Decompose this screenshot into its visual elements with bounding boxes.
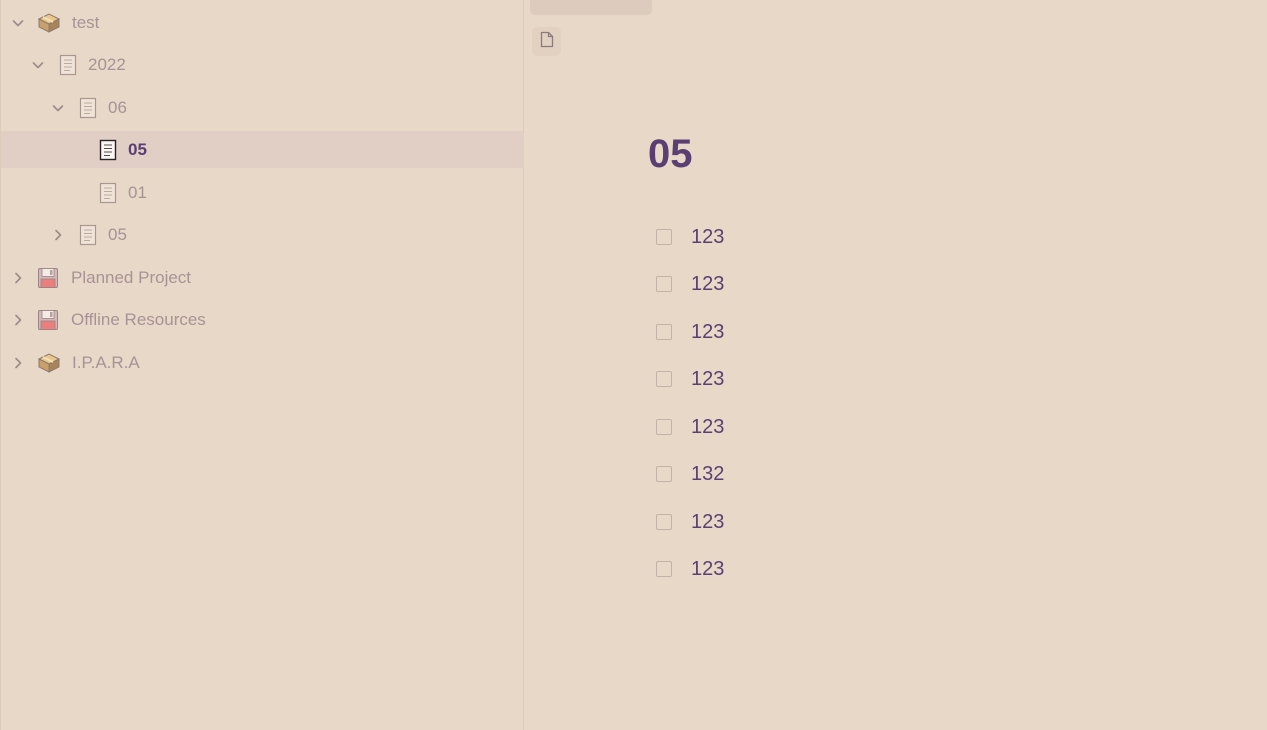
page-properties-button[interactable] bbox=[532, 27, 561, 56]
todo-checkbox[interactable] bbox=[656, 324, 672, 340]
tree-item-label: Offline Resources bbox=[71, 309, 206, 329]
tree-item-label: 01 bbox=[128, 182, 147, 202]
todo-checkbox[interactable] bbox=[656, 371, 672, 387]
chevron-right-icon[interactable] bbox=[11, 313, 25, 327]
page-icon bbox=[56, 53, 80, 77]
todo-text[interactable]: 123 bbox=[691, 273, 724, 296]
tree-item-label: I.P.A.R.A bbox=[72, 352, 140, 372]
todo-text[interactable]: 123 bbox=[691, 416, 724, 439]
chevron-right-icon[interactable] bbox=[11, 271, 25, 285]
chevron-right-icon[interactable] bbox=[51, 228, 65, 242]
tree-item-offline-resources[interactable]: Offline Resources bbox=[1, 301, 524, 338]
editor-pane: 05 123 123 123 123 123 132 123 123 bbox=[524, 0, 1267, 730]
todo-item: 123 bbox=[656, 318, 724, 346]
box-icon bbox=[37, 11, 61, 35]
todo-checkbox[interactable] bbox=[656, 229, 672, 245]
file-icon bbox=[540, 31, 554, 53]
page-icon bbox=[96, 138, 120, 162]
todo-checkbox[interactable] bbox=[656, 419, 672, 435]
todo-item: 123 bbox=[656, 413, 724, 441]
floppy-disk-icon bbox=[36, 308, 60, 332]
chevron-down-icon[interactable] bbox=[51, 101, 65, 115]
todo-checkbox[interactable] bbox=[656, 466, 672, 482]
chevron-down-icon[interactable] bbox=[31, 58, 45, 72]
todo-text[interactable]: 123 bbox=[691, 321, 724, 344]
chevron-down-icon[interactable] bbox=[11, 16, 25, 30]
page-icon bbox=[96, 181, 120, 205]
page-icon bbox=[76, 96, 100, 120]
tree-item-label: 05 bbox=[108, 224, 127, 244]
tab[interactable] bbox=[530, 0, 652, 15]
todo-text[interactable]: 123 bbox=[691, 511, 724, 534]
app-window: test 2022 06 05 01 05 Planned Project Of… bbox=[0, 0, 1267, 730]
tree-item-label: 2022 bbox=[88, 54, 126, 74]
todo-item: 123 bbox=[656, 223, 724, 251]
todo-text[interactable]: 123 bbox=[691, 226, 724, 249]
todo-item: 123 bbox=[656, 270, 724, 298]
todo-checkbox[interactable] bbox=[656, 276, 672, 292]
todo-checkbox[interactable] bbox=[656, 514, 672, 530]
todo-item: 123 bbox=[656, 555, 724, 583]
todo-item: 123 bbox=[656, 365, 724, 393]
tree-item-01[interactable]: 01 bbox=[1, 174, 524, 211]
tree-item-label: Planned Project bbox=[71, 267, 192, 287]
tree-item-label: test bbox=[72, 12, 100, 32]
todo-text[interactable]: 132 bbox=[691, 463, 724, 486]
tree-item-planned-project[interactable]: Planned Project bbox=[1, 259, 524, 296]
todo-checkbox[interactable] bbox=[656, 561, 672, 577]
tree-item-label: 06 bbox=[108, 97, 127, 117]
todo-text[interactable]: 123 bbox=[691, 558, 724, 581]
tree-item-05[interactable]: 05 bbox=[1, 216, 524, 253]
floppy-disk-icon bbox=[36, 266, 60, 290]
tree-item-label: 05 bbox=[128, 139, 147, 159]
box-icon bbox=[37, 351, 61, 375]
tree-item-05-selected[interactable]: 05 bbox=[1, 131, 524, 168]
tree-item-06[interactable]: 06 bbox=[1, 89, 524, 126]
page-title[interactable]: 05 bbox=[648, 130, 693, 178]
chevron-right-icon[interactable] bbox=[11, 356, 25, 370]
todo-item: 123 bbox=[656, 508, 724, 536]
tree-item-2022[interactable]: 2022 bbox=[1, 46, 524, 83]
tree-item-test[interactable]: test bbox=[1, 4, 524, 41]
page-icon bbox=[76, 223, 100, 247]
tree-item-ipara[interactable]: I.P.A.R.A bbox=[1, 344, 524, 381]
todo-text[interactable]: 123 bbox=[691, 368, 724, 391]
todo-item: 132 bbox=[656, 460, 724, 488]
sidebar: test 2022 06 05 01 05 Planned Project Of… bbox=[0, 0, 524, 730]
